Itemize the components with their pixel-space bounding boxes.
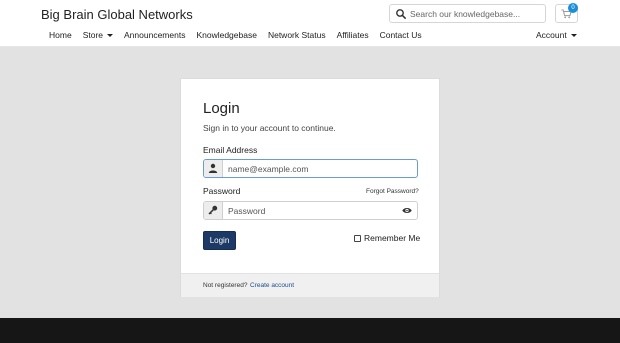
user-icon [208,163,218,173]
nav-announcements[interactable]: Announcements [124,30,185,44]
email-input[interactable] [228,161,396,176]
chevron-down-icon [107,34,114,38]
header: Big Brain Global Networks 0 Home Store A… [0,0,620,47]
password-input[interactable] [228,203,396,218]
login-card-footer: Not registered? Create account [181,273,439,297]
chevron-down-icon [570,34,577,38]
nav-contact-us[interactable]: Contact Us [380,30,422,44]
password-label: Password [203,186,241,196]
remember-me-label: Remember Me [364,233,421,243]
key-icon [208,205,218,215]
not-registered-text: Not registered? [203,282,248,289]
email-field[interactable] [203,159,418,178]
password-addon [204,202,223,219]
nav-home[interactable]: Home [49,30,72,44]
forgot-password-link[interactable]: Forgot Password? [366,188,419,195]
login-subtitle: Sign in to your account to continue. [203,123,336,133]
cart-button[interactable]: 0 [555,3,578,23]
search-input[interactable] [410,6,543,21]
email-label: Email Address [203,145,258,155]
email-addon [204,160,223,177]
nav-affiliates[interactable]: Affiliates [337,30,369,44]
cart-count-badge: 0 [568,3,578,13]
nav-knowledgebase[interactable]: Knowledgebase [196,30,257,44]
nav-network-status[interactable]: Network Status [268,30,326,44]
eye-icon[interactable] [402,207,412,214]
remember-me-checkbox[interactable] [354,234,361,242]
main-nav: Home Store Announcements Knowledgebase N… [49,30,433,44]
remember-me[interactable]: Remember Me [354,233,420,243]
brand-name[interactable]: Big Brain Global Networks [41,7,193,22]
login-button[interactable]: Login [203,231,236,250]
account-label: Account [536,30,567,40]
create-account-link[interactable]: Create account [250,282,294,289]
password-field[interactable] [203,201,418,220]
search-icon [396,9,406,19]
account-menu[interactable]: Account [536,30,577,40]
page-title: Login [203,100,240,117]
login-card: Login Sign in to your account to continu… [180,78,440,297]
nav-store[interactable]: Store [82,30,114,44]
search-box[interactable] [389,4,546,23]
nav-store-label: Store [82,30,104,40]
page-footer [0,318,620,343]
